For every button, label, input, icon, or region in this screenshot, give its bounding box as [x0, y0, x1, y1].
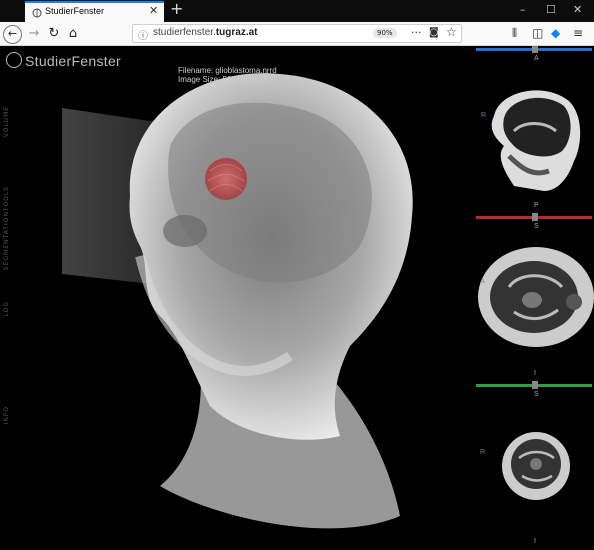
maximize-button[interactable]: ☐ [546, 3, 556, 16]
tab-title: StudierFenster [45, 6, 105, 16]
sagittal-slice-image [491, 90, 581, 191]
image-info: Filename: glioblastoma.nrrd Image Size: … [178, 66, 277, 84]
close-window-button[interactable]: ✕ [573, 3, 582, 16]
tab-studierfenster[interactable]: StudierFenster ✕ [25, 1, 164, 22]
minimize-button[interactable]: – [520, 3, 526, 16]
coronal-view[interactable] [474, 428, 594, 508]
back-button[interactable]: ← [3, 25, 22, 44]
volume-render-canvas[interactable] [0, 46, 472, 550]
left-nav-info[interactable]: INFO [3, 406, 11, 424]
navigation-toolbar: ← → ↻ ⌂ ⓘ studierfenster.tugraz.at 90% ·… [0, 22, 594, 46]
axial-slice-image [478, 247, 594, 347]
axial-slice-slider[interactable] [476, 213, 592, 221]
brain-favicon-icon [32, 8, 42, 18]
left-nav-log[interactable]: LOG [3, 301, 11, 317]
new-tab-button[interactable]: + [170, 0, 183, 18]
coronal-left-label: R [480, 449, 486, 456]
sagittal-slice-slider[interactable] [476, 46, 592, 53]
url-domain: tugraz.at [215, 27, 258, 38]
coronal-slice-image [502, 432, 570, 500]
zoom-badge[interactable]: 90% [373, 28, 397, 38]
axial-slider-knob[interactable] [532, 213, 538, 221]
slice-views-panel: A R P S A I S R I [474, 46, 594, 550]
left-nav-volume[interactable]: VOLUME [3, 106, 11, 137]
brand-name: StudierFenster [25, 53, 122, 69]
url-bar[interactable]: ⓘ studierfenster.tugraz.at 90% ··· ◙ ☆ [132, 24, 462, 43]
app-logo[interactable]: StudierFenster [6, 52, 121, 69]
filename-text: Filename: glioblastoma.nrrd [178, 66, 277, 75]
url-text[interactable]: studierfenster.tugraz.at [153, 27, 257, 38]
sagittal-bottom-label: P [534, 202, 539, 209]
tab-close-icon[interactable]: ✕ [149, 4, 158, 17]
axial-top-label: S [534, 223, 539, 230]
reload-button[interactable]: ↻ [44, 24, 64, 44]
sagittal-top-label: A [534, 55, 539, 62]
coronal-bottom-label: I [534, 538, 536, 545]
coronal-slice-slider[interactable] [476, 381, 592, 389]
brain-logo-icon [6, 52, 22, 68]
extension-icon[interactable]: ◆ [551, 26, 560, 40]
coronal-top-label: S [534, 391, 539, 398]
left-nav-segmentation[interactable]: SEGMENTATION [3, 211, 11, 270]
home-button[interactable]: ⌂ [63, 24, 83, 44]
sidebar-icon[interactable]: ◫ [532, 26, 543, 40]
left-nav-tools[interactable]: TOOLS [3, 186, 11, 211]
axial-left-label: A [480, 278, 485, 285]
url-host: studierfenster. [153, 27, 216, 38]
axial-view[interactable] [474, 242, 594, 360]
viewer-app: StudierFenster Filename: glioblastoma.nr… [0, 46, 594, 550]
info-icon[interactable]: ⓘ [138, 27, 148, 42]
page-actions-icon[interactable]: ··· [411, 26, 422, 39]
orbit-render [163, 215, 207, 247]
menu-icon[interactable]: ≡ [573, 26, 583, 40]
sagittal-slider-knob[interactable] [532, 46, 538, 53]
library-icon[interactable]: ⫴ [512, 26, 517, 41]
bookmark-star-icon[interactable]: ☆ [446, 25, 457, 39]
forward-button[interactable]: → [24, 24, 44, 44]
sagittal-left-label: R [481, 112, 487, 119]
coronal-slider-knob[interactable] [532, 381, 538, 389]
sagittal-view[interactable] [474, 76, 594, 196]
axial-bottom-label: I [534, 370, 536, 377]
tab-bar: StudierFenster ✕ + – ☐ ✕ [0, 0, 594, 22]
pocket-icon[interactable]: ◙ [429, 27, 439, 38]
image-size-text: Image Size: 512,512,173 [178, 75, 267, 84]
